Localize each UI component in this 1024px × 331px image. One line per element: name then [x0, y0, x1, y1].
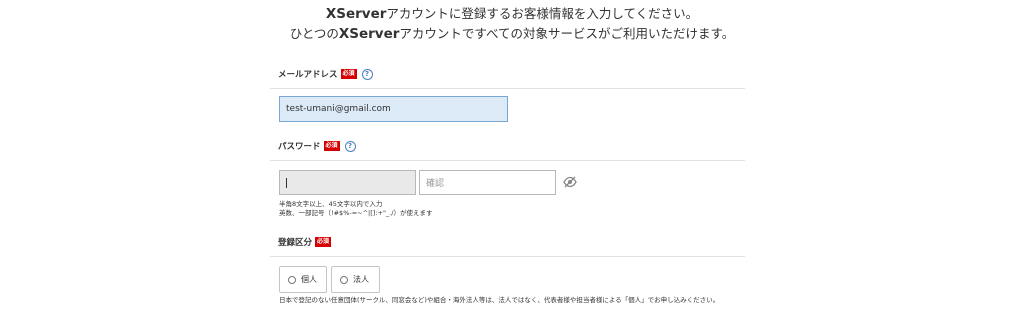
registration-type-section: 登録区分 必須 — [270, 228, 745, 257]
password-section: パスワード 必須 ? — [270, 132, 745, 161]
intro-line-2-text: アカウントですべての対象サービスがご利用いただけます。 — [399, 26, 735, 41]
password-confirm-placeholder: 確認 — [426, 179, 445, 189]
intro-line-2-pre: ひとつの — [289, 26, 339, 41]
account-registration-form: XServerアカウントに登録するお客様情報を入力してください。 ひとつのXSe… — [0, 0, 1024, 331]
radio-circle-icon — [288, 275, 296, 284]
password-confirm-field[interactable]: 確認 — [419, 170, 556, 195]
required-badge: 必須 — [323, 141, 340, 151]
password-field[interactable] — [279, 170, 416, 195]
required-badge: 必須 — [315, 237, 332, 247]
registration-type-note-text: 日本で登記のない任意団体(サークル、同窓会など)や組合・海外法人等は、法人ではな… — [279, 296, 720, 304]
text-cursor — [286, 177, 287, 188]
radio-corporation-label: 法人 — [353, 275, 369, 284]
password-rule-chars: 英数、一部記号（!#$%-=~^|[]:+"_./）が使えます — [279, 209, 433, 217]
email-field[interactable]: test-umani@gmail.com — [279, 96, 508, 122]
intro-text: XServerアカウントに登録するお客様情報を入力してください。 ひとつのXSe… — [0, 4, 1024, 44]
eye-slash-icon[interactable] — [563, 176, 577, 188]
registration-type-note: 日本で登記のない任意団体(サークル、同窓会など)や組合・海外法人等は、法人ではな… — [279, 296, 745, 305]
radio-individual-label: 個人 — [301, 275, 317, 284]
intro-line-1-text: アカウントに登録するお客様情報を入力してください。 — [386, 6, 699, 21]
radio-corporation[interactable]: 法人 — [331, 266, 380, 293]
registration-type-label-row: 登録区分 必須 — [270, 228, 745, 257]
registration-type-label: 登録区分 — [278, 238, 313, 248]
help-icon[interactable]: ? — [344, 140, 356, 152]
password-rule-length: 半角8文字以上、45文字以内で入力 — [279, 200, 383, 208]
brand-name: XServer — [338, 26, 400, 42]
brand-name: XServer — [325, 6, 387, 22]
intro-line-1: XServerアカウントに登録するお客様情報を入力してください。 — [0, 4, 1024, 24]
password-rules-note: 半角8文字以上、45文字以内で入力 英数、一部記号（!#$%-=~^|[]:+"… — [279, 200, 432, 218]
help-icon[interactable]: ? — [361, 68, 373, 80]
radio-individual[interactable]: 個人 — [279, 266, 327, 293]
email-section: メールアドレス 必須 ? — [270, 60, 745, 89]
required-badge: 必須 — [340, 69, 357, 79]
password-label-row: パスワード 必須 ? — [270, 132, 745, 161]
password-label: パスワード — [278, 142, 321, 152]
email-label: メールアドレス — [278, 70, 338, 80]
email-field-value: test-umani@gmail.com — [286, 104, 391, 114]
email-label-row: メールアドレス 必須 ? — [270, 60, 745, 89]
intro-line-2: ひとつのXServerアカウントですべての対象サービスがご利用いただけます。 — [0, 24, 1024, 44]
radio-circle-icon — [340, 275, 348, 284]
